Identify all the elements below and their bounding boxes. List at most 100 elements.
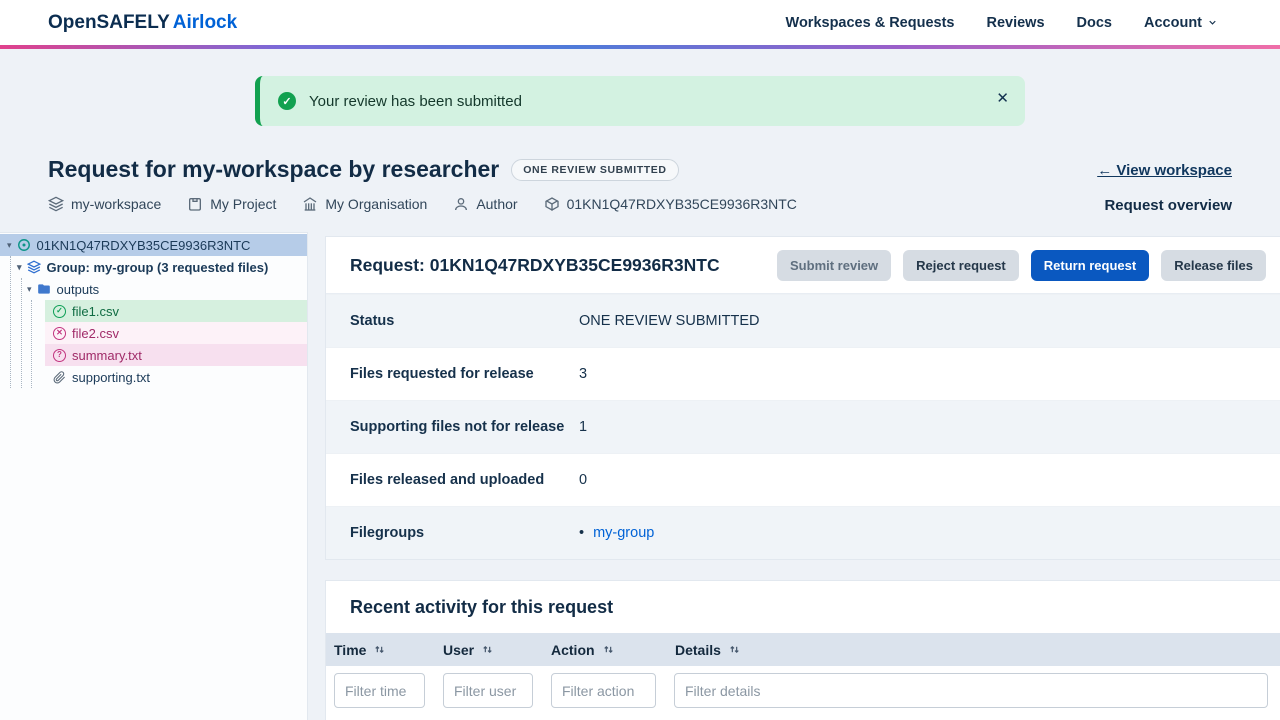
column-label: User xyxy=(443,642,474,658)
filter-time-input[interactable] xyxy=(334,673,425,708)
return-request-button[interactable]: Return request xyxy=(1031,250,1149,281)
top-navbar: OpenSAFELYAirlock Workspaces & Requests … xyxy=(0,0,1280,45)
stack-icon xyxy=(48,196,64,212)
paperclip-icon xyxy=(53,371,66,384)
tree-file-supporting[interactable]: supporting.txt xyxy=(45,366,307,388)
tree-file-label: summary.txt xyxy=(72,348,142,363)
reject-request-button[interactable]: Reject request xyxy=(903,250,1019,281)
chevron-down-icon[interactable]: ▾ xyxy=(17,262,22,273)
tree-file-file2[interactable]: ✕ file2.csv xyxy=(45,322,307,344)
detail-row-filegroups: Filegroups • my-group xyxy=(326,506,1280,559)
nav-account-menu[interactable]: Account xyxy=(1144,15,1218,31)
brand-logo[interactable]: OpenSAFELYAirlock xyxy=(48,12,237,34)
request-meta-row: my-workspace My Project My Organisation … xyxy=(48,196,797,212)
meta-workspace-label: my-workspace xyxy=(71,196,161,212)
request-icon xyxy=(17,238,31,252)
nav-docs[interactable]: Docs xyxy=(1077,15,1112,31)
request-card-title: Request: 01KN1Q47RDXYB35CE9936R3NTC xyxy=(350,255,720,276)
detail-label: Status xyxy=(350,313,579,329)
nav-account-label: Account xyxy=(1144,15,1202,31)
chevron-down-icon xyxy=(1207,17,1218,28)
nav-reviews[interactable]: Reviews xyxy=(986,15,1044,31)
meta-author: Author xyxy=(453,196,517,212)
sort-icon[interactable] xyxy=(373,643,386,656)
tree-root-label: 01KN1Q47RDXYB35CE9936R3NTC xyxy=(37,238,251,253)
detail-label: Files requested for release xyxy=(350,366,579,382)
request-card-header: Request: 01KN1Q47RDXYB35CE9936R3NTC Subm… xyxy=(326,237,1280,294)
meta-project: My Project xyxy=(187,196,276,212)
brand-secondary: Airlock xyxy=(173,12,237,33)
meta-request-id: 01KN1Q47RDXYB35CE9936R3NTC xyxy=(544,196,797,212)
activity-table-header: Time User Action Details xyxy=(326,633,1280,666)
column-label: Time xyxy=(334,642,366,658)
recent-activity-card: Recent activity for this request Time Us… xyxy=(325,580,1280,720)
page-title: Request for my-workspace by researcher xyxy=(48,156,499,183)
tree-file-summary[interactable]: ? summary.txt xyxy=(45,344,307,366)
brand-primary: OpenSAFELY xyxy=(48,12,170,33)
column-label: Action xyxy=(551,642,595,658)
tree-file-file1[interactable]: ✓ file1.csv xyxy=(45,300,307,322)
filter-user-input[interactable] xyxy=(443,673,533,708)
column-label: Details xyxy=(675,642,721,658)
detail-value: 0 xyxy=(579,472,587,488)
nav-links: Workspaces & Requests Reviews Docs Accou… xyxy=(786,15,1218,31)
sort-icon[interactable] xyxy=(728,643,741,656)
detail-value: 3 xyxy=(579,366,587,382)
tree-file-label: file2.csv xyxy=(72,326,119,341)
bullet-icon: • xyxy=(579,525,584,541)
tree-group-my-group[interactable]: ▾ Group: my-group (3 requested files) xyxy=(0,256,307,278)
success-alert: ✓ Your review has been submitted ✕ xyxy=(255,76,1025,126)
chevron-down-icon[interactable]: ▾ xyxy=(7,240,12,251)
release-files-button[interactable]: Release files xyxy=(1161,250,1266,281)
detail-value: • my-group xyxy=(579,525,654,541)
filter-details-input[interactable] xyxy=(674,673,1268,708)
page-title-row: Request for my-workspace by researcher O… xyxy=(48,156,679,183)
organisation-icon xyxy=(302,196,318,212)
recent-activity-title: Recent activity for this request xyxy=(326,581,1280,633)
check-circle-icon: ✓ xyxy=(278,92,296,110)
meta-organisation-label: My Organisation xyxy=(325,196,427,212)
detail-label: Files released and uploaded xyxy=(350,472,579,488)
detail-row-files-released: Files released and uploaded 0 xyxy=(326,453,1280,506)
sort-icon[interactable] xyxy=(602,643,615,656)
detail-row-files-requested: Files requested for release 3 xyxy=(326,347,1280,400)
layers-icon xyxy=(27,260,41,274)
tree-root-request[interactable]: ▾ 01KN1Q47RDXYB35CE9936R3NTC xyxy=(0,234,307,256)
cube-icon xyxy=(544,196,560,212)
close-icon[interactable]: ✕ xyxy=(996,89,1009,107)
tree-file-label: supporting.txt xyxy=(72,370,150,385)
meta-project-label: My Project xyxy=(210,196,276,212)
user-icon xyxy=(453,196,469,212)
file-tree-sidebar: ▾ 01KN1Q47RDXYB35CE9936R3NTC ▾ Group: my… xyxy=(0,232,308,720)
alert-message: Your review has been submitted xyxy=(309,93,522,110)
tree-folder-outputs[interactable]: ▾ outputs xyxy=(0,278,307,300)
detail-row-status: Status ONE REVIEW SUBMITTED xyxy=(326,294,1280,347)
filegroup-link[interactable]: my-group xyxy=(593,525,654,541)
view-workspace-link[interactable]: ← View workspace xyxy=(1097,162,1232,179)
project-icon xyxy=(187,196,203,212)
tree-file-label: file1.csv xyxy=(72,304,119,319)
request-actions: Submit review Reject request Return requ… xyxy=(777,250,1266,281)
detail-value: ONE REVIEW SUBMITTED xyxy=(579,313,759,329)
brand-gradient-divider xyxy=(0,45,1280,49)
folder-icon xyxy=(37,282,51,296)
meta-organisation: My Organisation xyxy=(302,196,427,212)
status-badge: ONE REVIEW SUBMITTED xyxy=(511,159,678,181)
detail-label: Supporting files not for release xyxy=(350,419,579,435)
chevron-down-icon[interactable]: ▾ xyxy=(27,284,32,295)
meta-request-id-label: 01KN1Q47RDXYB35CE9936R3NTC xyxy=(567,196,797,212)
sort-icon[interactable] xyxy=(481,643,494,656)
tree-group-label: Group: my-group (3 requested files) xyxy=(47,260,269,275)
nav-workspaces-requests[interactable]: Workspaces & Requests xyxy=(786,15,955,31)
detail-row-supporting-files: Supporting files not for release 1 xyxy=(326,400,1280,453)
column-header-details: Details xyxy=(675,642,1280,658)
request-overview-label: Request overview xyxy=(1104,197,1232,214)
approved-check-icon: ✓ xyxy=(53,305,66,318)
detail-value: 1 xyxy=(579,419,587,435)
filter-action-input[interactable] xyxy=(551,673,656,708)
activity-filter-row xyxy=(326,666,1280,715)
changes-requested-icon: ✕ xyxy=(53,327,66,340)
submit-review-button[interactable]: Submit review xyxy=(777,250,891,281)
column-header-user: User xyxy=(443,642,551,658)
detail-label: Filegroups xyxy=(350,525,579,541)
